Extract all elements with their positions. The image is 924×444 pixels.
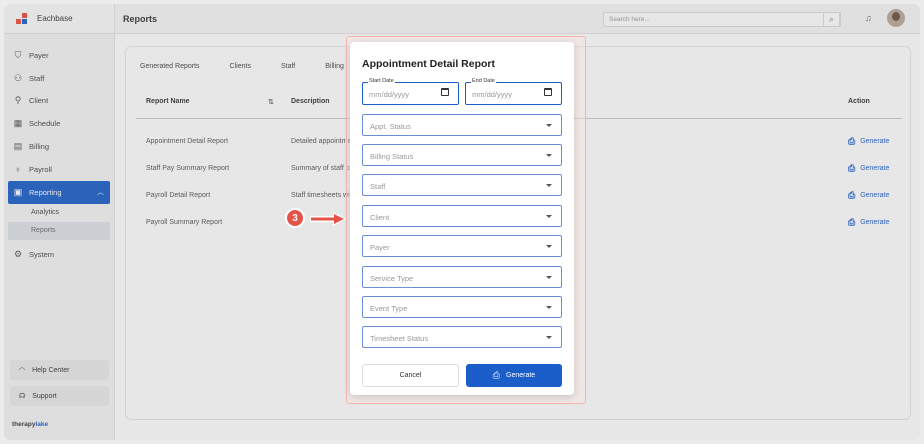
report-doc-icon: ⎙ bbox=[492, 370, 500, 380]
caret-down-icon bbox=[546, 306, 552, 309]
billing-status-select[interactable]: Billing Status bbox=[362, 144, 562, 166]
cancel-button[interactable]: Cancel bbox=[362, 364, 459, 387]
appointment-report-modal: Appointment Detail Report Start Date mm/… bbox=[350, 42, 574, 395]
start-date-field[interactable]: Start Date mm/dd/yyyy bbox=[362, 78, 459, 105]
step-number-badge: 3 bbox=[285, 208, 305, 228]
event-type-select[interactable]: Event Type bbox=[362, 296, 562, 318]
client-select[interactable]: Client bbox=[362, 205, 562, 227]
select-placeholder: Appt. Status bbox=[370, 122, 411, 131]
caret-down-icon bbox=[546, 245, 552, 248]
start-date-placeholder: mm/dd/yyyy bbox=[369, 90, 410, 99]
select-placeholder: Staff bbox=[370, 182, 386, 191]
caret-down-icon bbox=[546, 336, 552, 339]
select-placeholder: Billing Status bbox=[370, 152, 414, 161]
calendar-icon[interactable] bbox=[544, 88, 552, 96]
end-date-field[interactable]: End Date mm/dd/yyyy bbox=[465, 78, 562, 105]
app-window: Eachbase ⛉ Payer ⚇ Staff ⚲ Client ▦ Sche… bbox=[4, 4, 920, 440]
select-placeholder: Timesheet Status bbox=[370, 334, 429, 343]
appt-status-select[interactable]: Appt. Status bbox=[362, 114, 562, 136]
end-date-placeholder: mm/dd/yyyy bbox=[472, 90, 513, 99]
caret-down-icon bbox=[546, 215, 552, 218]
staff-select[interactable]: Staff bbox=[362, 174, 562, 196]
select-placeholder: Service Type bbox=[370, 274, 414, 283]
select-placeholder: Event Type bbox=[370, 304, 408, 313]
payer-select[interactable]: Payer bbox=[362, 235, 562, 257]
end-date-label: End Date bbox=[471, 78, 496, 84]
caret-down-icon bbox=[546, 124, 552, 127]
select-placeholder: Payer bbox=[370, 243, 390, 252]
service-type-select[interactable]: Service Type bbox=[362, 266, 562, 288]
caret-down-icon bbox=[546, 184, 552, 187]
pointer-arrow-icon bbox=[310, 212, 346, 226]
timesheet-status-select[interactable]: Timesheet Status bbox=[362, 326, 562, 348]
caret-down-icon bbox=[546, 276, 552, 279]
generate-button[interactable]: ⎙ Generate bbox=[466, 364, 562, 387]
modal-title: Appointment Detail Report bbox=[362, 58, 495, 70]
calendar-icon[interactable] bbox=[441, 88, 449, 96]
caret-down-icon bbox=[546, 154, 552, 157]
start-date-label: Start Date bbox=[368, 78, 395, 84]
generate-button-label: Generate bbox=[506, 372, 536, 379]
select-placeholder: Client bbox=[370, 213, 390, 222]
